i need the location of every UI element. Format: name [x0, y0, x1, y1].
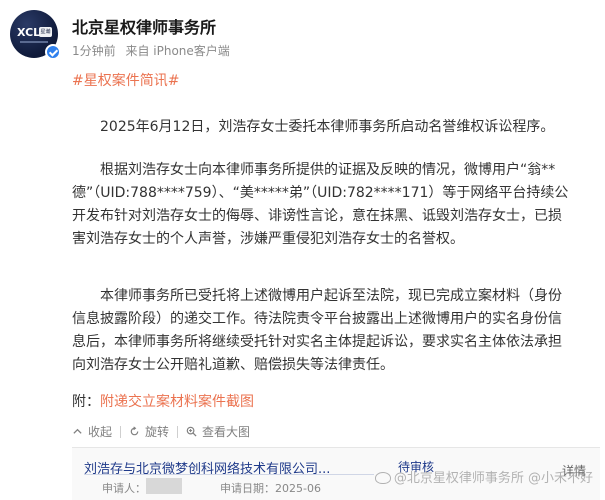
redacted-block [146, 478, 182, 494]
rotate-button[interactable]: 旋转 [129, 422, 169, 442]
view-large-label: 查看大图 [202, 425, 251, 439]
post-paragraph-1: 2025年6月12日，刘浩存女士委托本律师事务所启动名誉维权诉讼程序。 [72, 116, 588, 139]
paragraph-line: 2025年6月12日，刘浩存女士委托本律师事务所启动名誉维权诉讼程序。 [100, 119, 555, 135]
paragraph-line: 害刘浩存女士的个人声誉，涉嫌严重侵犯刘浩存女士的名誉权。 [72, 231, 464, 247]
weibo-logo-icon [374, 472, 391, 484]
apply-date: 申请日期：2025-06 [220, 482, 321, 495]
paragraph-line: 开发布针对刘浩存女士的侮辱、诽谤性言论，意在抹黑、诋毁刘浩存女士，已损 [72, 208, 562, 224]
rotate-icon [130, 426, 139, 436]
rotate-label: 旋转 [145, 425, 170, 439]
zoom-in-icon [186, 426, 197, 437]
verified-badge-icon [45, 44, 61, 60]
paragraph-line: 信息披露阶段）的递交工作。待法院责令平台披露出上述微博用户的实名身份信 [72, 311, 562, 327]
post-meta: 1分钟前 来自 iPhone客户端 [72, 42, 236, 59]
avatar-logo-badge: 星瀚 [39, 27, 52, 37]
post-paragraph-3: 本律师事务所已受托将上述微博用户起诉至法院，现已完成立案材料（身份 信息披露阶段… [72, 285, 588, 377]
paragraph-line: 向刘浩存女士公开赔礼道歉、赔偿损失等法律责任。 [72, 357, 394, 373]
account-name[interactable]: 北京星权律师事务所 [72, 14, 216, 38]
toolbar-divider [120, 426, 122, 438]
view-large-button[interactable]: 查看大图 [186, 422, 250, 442]
collapse-button[interactable]: 收起 [72, 422, 112, 442]
paragraph-line: 德”（UID:788****759）、“美*****弟”（UID:782****… [72, 185, 569, 201]
avatar-logo-underline [20, 41, 48, 43]
attachment-line: 附：附递交立案材料案件截图 [72, 391, 254, 411]
case-divider [84, 474, 374, 475]
paragraph-line: 根据刘浩存女士向本律师事务所提供的证据及反映的情况，微博用户“翁** [100, 162, 556, 178]
toolbar-divider [177, 426, 179, 438]
post-paragraph-2: 根据刘浩存女士向本律师事务所提供的证据及反映的情况，微博用户“翁** 德”（UI… [72, 159, 588, 251]
post-header: XCL 星瀚 北京星权律师事务所 1分钟前 来自 iPhone客户端 [10, 8, 600, 60]
avatar-logo-text: XCL [17, 26, 41, 39]
collapse-icon [73, 428, 82, 434]
post-source: 来自 iPhone客户端 [125, 44, 230, 58]
applicant-label: 申请人： [102, 482, 146, 495]
topic-hashtag[interactable]: #星权案件简讯# [72, 70, 179, 90]
paragraph-line: 本律师事务所已受托将上述微博用户起诉至法院，现已完成立案材料（身份 [100, 288, 562, 304]
watermark-text: @北京星权律师事务所 @小禾不好 [393, 471, 593, 486]
paragraph-line: 息后，本律师事务所将继续受托针对实名主体提起诉讼，要求实名主体依法承担 [72, 334, 562, 350]
attachment-prefix: 附： [72, 394, 100, 410]
image-watermark: @北京星权律师事务所 @小禾不好 [374, 467, 593, 486]
image-toolbar: 收起 旋转 查看大图 [72, 422, 254, 444]
post-time: 1分钟前 [72, 44, 116, 58]
attachment-link[interactable]: 附递交立案材料案件截图 [100, 394, 254, 410]
collapse-label: 收起 [88, 425, 113, 439]
